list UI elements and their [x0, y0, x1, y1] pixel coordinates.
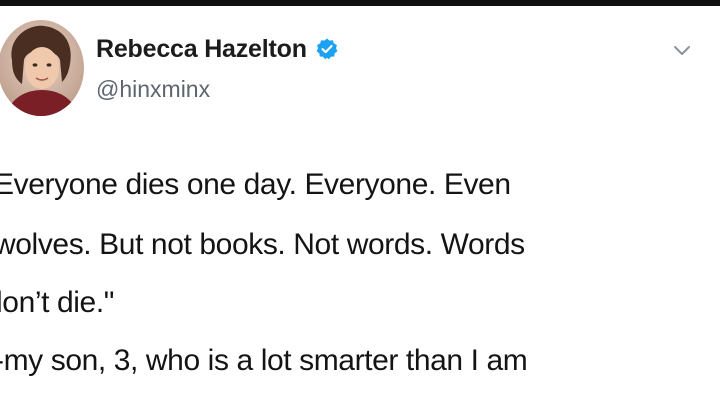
top-edge-bar: [0, 0, 720, 6]
avatar[interactable]: [0, 20, 84, 116]
tweet-text-line: Everyone dies one day. Everyone. Even: [0, 168, 511, 201]
author-name-row: Rebecca Hazelton: [96, 34, 339, 64]
display-name[interactable]: Rebecca Hazelton: [96, 35, 307, 64]
verified-badge-icon: [315, 37, 339, 61]
tweet-text-line: don’t die.": [0, 286, 115, 319]
tweet-text-line: wolves. But not books. Not words. Words: [0, 228, 525, 261]
author-handle[interactable]: @hinxminx: [96, 76, 210, 103]
chevron-down-icon[interactable]: [670, 38, 694, 62]
tweet-text-line: -my son, 3, who is a lot smarter than I …: [0, 344, 528, 377]
